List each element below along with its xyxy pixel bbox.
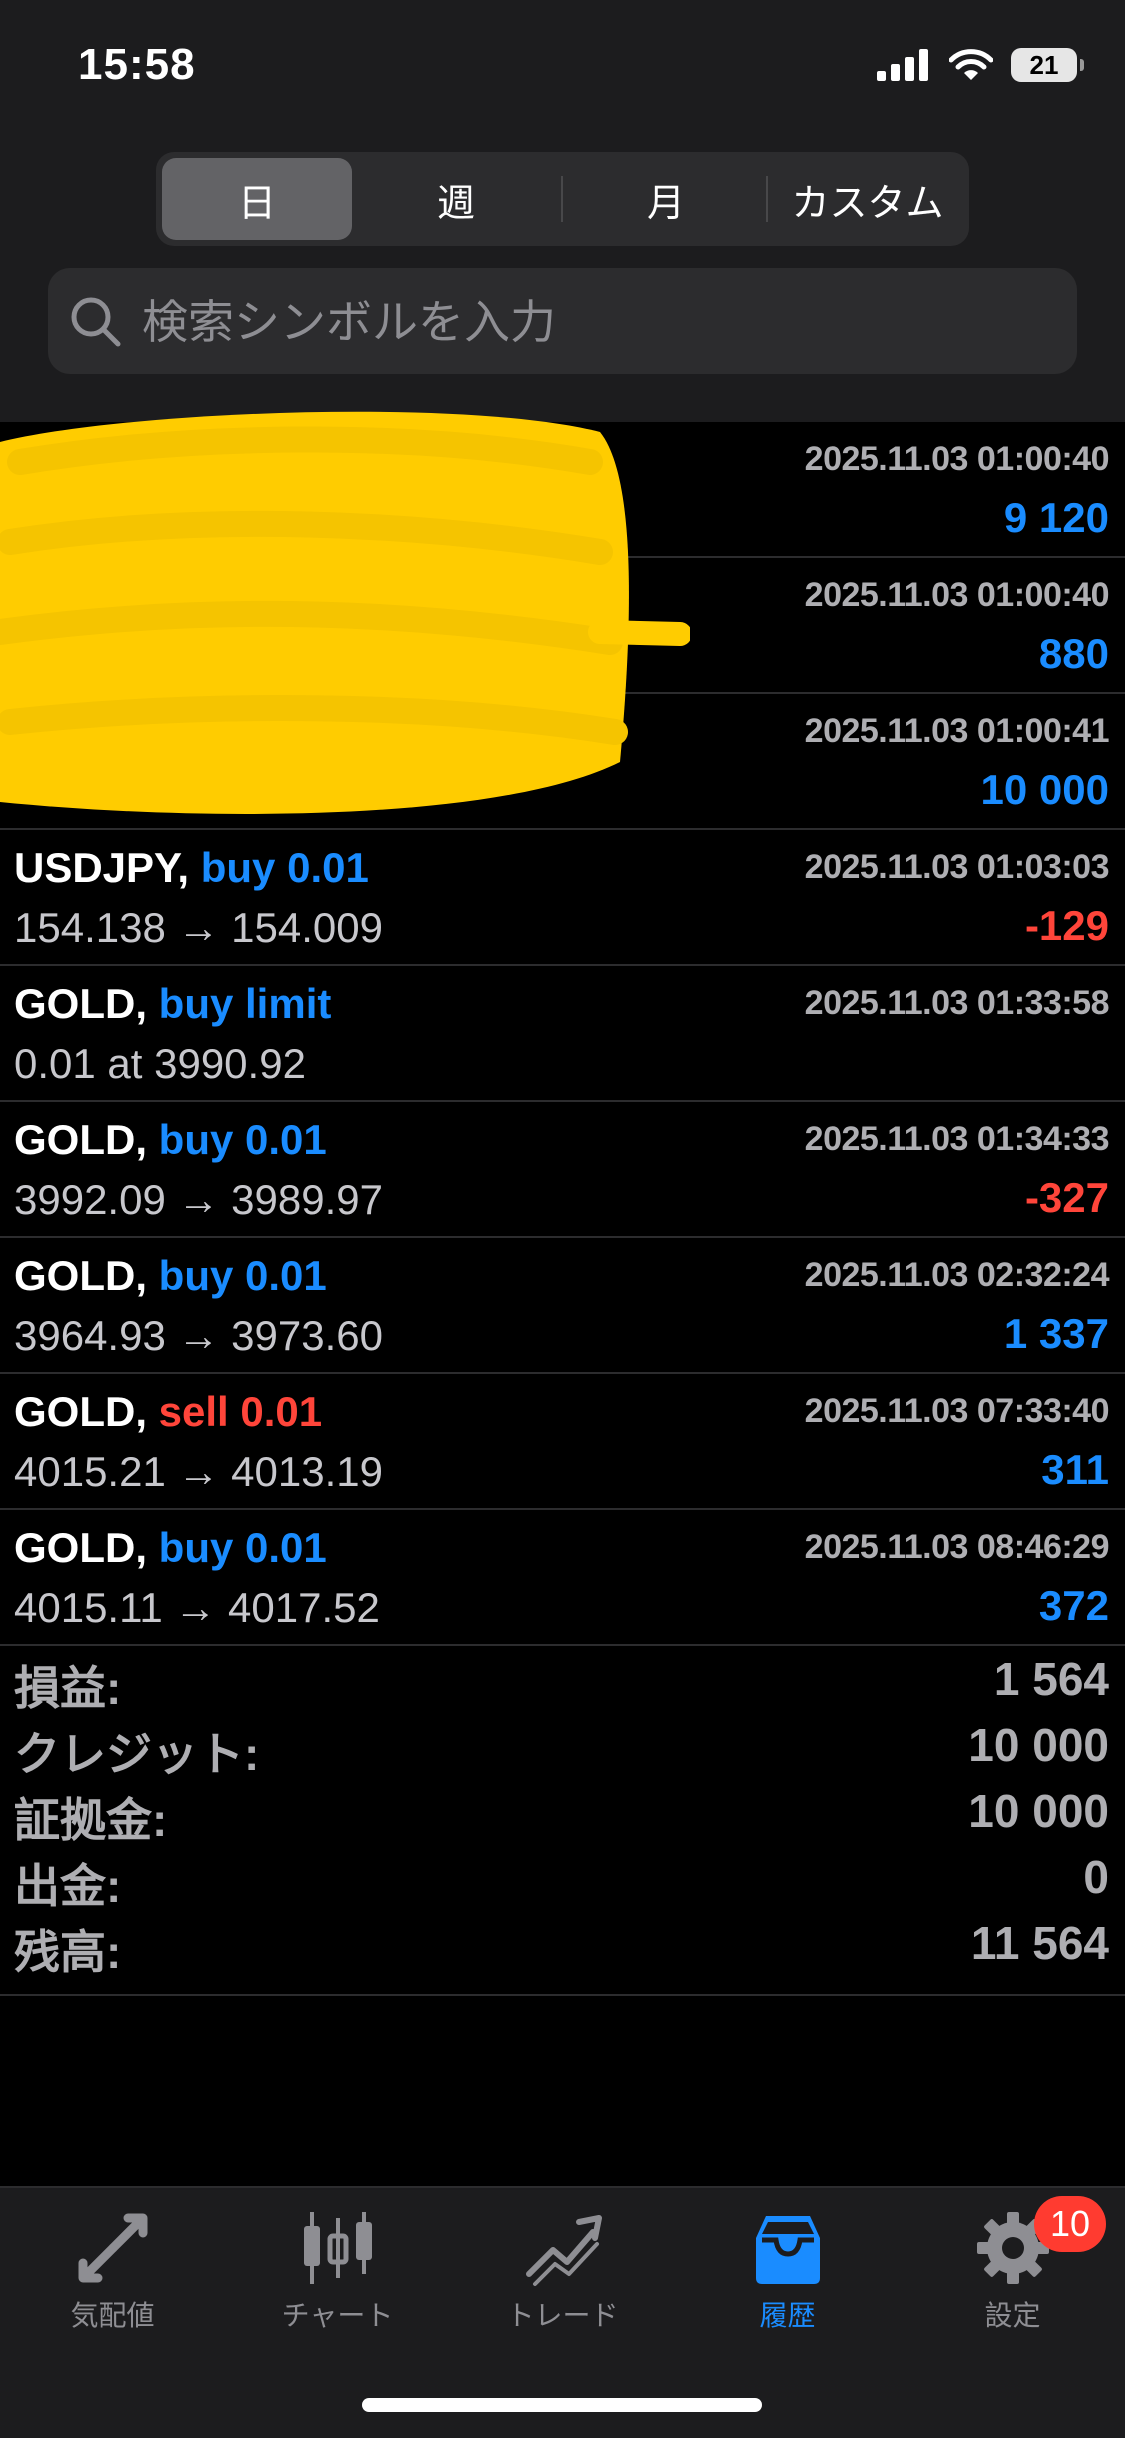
tab-history[interactable]: 履歴 xyxy=(675,2208,900,2368)
summary-value: 0 xyxy=(1083,1851,1109,1903)
settings-badge: 10 xyxy=(1034,2196,1106,2252)
quotes-icon xyxy=(78,2213,147,2283)
status-bar: 15:58 21 xyxy=(0,0,1125,140)
battery-level: 21 xyxy=(1029,49,1059,80)
account-summary: 損益: 1 564 クレジット: 10 000 証拠金: 10 000 出金: … xyxy=(0,1652,1125,1996)
summary-value: 11 564 xyxy=(970,1917,1109,1969)
tab-label: チャート xyxy=(281,2300,394,2331)
summary-value: 1 564 xyxy=(993,1653,1109,1705)
summary-value: 10 000 xyxy=(968,1785,1109,1837)
deal-date: 2025.11.03 01:00:40 xyxy=(804,576,1110,614)
deal-row[interactable]: GOLD, buy limit 2025.11.03 01:33:58 0.01… xyxy=(0,966,1125,1102)
deal-amount: 1 337 xyxy=(1003,1310,1109,1357)
deal-row[interactable]: GOLD, buy 0.01 2025.11.03 02:32:24 3964.… xyxy=(0,1238,1125,1374)
deal-symbol: GOLD, xyxy=(14,1116,147,1163)
summary-label: 出金: xyxy=(14,1860,122,1912)
deal-date: 2025.11.03 07:33:40 xyxy=(804,1392,1110,1430)
deal-amount: -129 xyxy=(1024,902,1109,949)
deal-symbol: USDJPY, xyxy=(14,844,190,891)
deal-amount: 372 xyxy=(1038,1582,1109,1629)
tab-label: トレード xyxy=(506,2300,619,2331)
search-input[interactable] xyxy=(140,268,1044,376)
deal-amount: 880 xyxy=(1038,630,1109,677)
history-icon xyxy=(755,2216,820,2284)
tab-label: 履歴 xyxy=(759,2300,816,2331)
tab-trade[interactable]: トレード xyxy=(450,2208,675,2368)
deal-row[interactable]: USDJPY, buy 0.01 2025.11.03 01:03:03 154… xyxy=(0,830,1125,966)
battery-icon: 21 xyxy=(1011,48,1084,82)
summary-row-credit: クレジット: 10 000 xyxy=(14,1718,1109,1784)
deal-row[interactable]: GOLD, sell 0.01 2025.11.03 07:33:40 4015… xyxy=(0,1374,1125,1510)
deal-detail: 4015.11 → 4017.52 xyxy=(14,1584,380,1631)
summary-label: 残高: xyxy=(14,1926,122,1978)
chart-icon xyxy=(303,2212,372,2284)
deal-detail: 4015.21 → 4013.19 xyxy=(14,1448,383,1495)
history-header: 日 週 月 カスタム xyxy=(0,140,1125,422)
summary-row-balance: 残高: 11 564 xyxy=(14,1916,1109,1982)
deal-action: buy 0.01 xyxy=(200,844,369,891)
status-time: 15:58 xyxy=(78,40,196,89)
deal-date: 2025.11.03 01:33:58 xyxy=(804,984,1110,1022)
tab-label: 気配値 xyxy=(70,2300,155,2331)
period-segmented-control: 日 週 月 カスタム xyxy=(156,152,969,246)
deal-detail: 154.138 → 154.009 xyxy=(14,904,383,951)
deal-row[interactable]: GOLD, buy 0.01 2025.11.03 08:46:29 4015.… xyxy=(0,1510,1125,1646)
deal-date: 2025.11.03 08:46:29 xyxy=(804,1528,1110,1566)
segment-divider xyxy=(766,176,768,222)
deal-symbol: GOLD, xyxy=(14,980,147,1027)
deal-detail: 0.01 at 3990.92 xyxy=(14,1040,306,1087)
deal-amount: 10 000 xyxy=(980,766,1109,813)
deal-date: 2025.11.03 02:32:24 xyxy=(804,1256,1110,1294)
deal-action: buy 0.01 xyxy=(158,1252,327,1299)
tab-chart[interactable]: チャート xyxy=(225,2208,450,2368)
segment-week[interactable]: 週 xyxy=(356,158,556,240)
deal-date: 2025.11.03 01:00:40 xyxy=(804,440,1110,478)
summary-row-profit: 損益: 1 564 xyxy=(14,1652,1109,1718)
trade-icon xyxy=(525,2215,602,2286)
deal-detail: 3992.09 → 3989.97 xyxy=(14,1176,383,1223)
tab-quotes[interactable]: 気配値 xyxy=(0,2208,225,2368)
summary-label: クレジット: xyxy=(14,1728,260,1780)
deal-amount: 9 120 xyxy=(1003,494,1109,541)
summary-label: 損益: xyxy=(14,1662,122,1714)
summary-row-deposit: 証拠金: 10 000 xyxy=(14,1784,1109,1850)
deal-date: 2025.11.03 01:00:41 xyxy=(804,712,1110,750)
search-bar[interactable] xyxy=(48,268,1077,376)
deal-symbol: GOLD, xyxy=(14,1388,147,1435)
deal-action: buy 0.01 xyxy=(158,1116,327,1163)
segment-day[interactable]: 日 xyxy=(162,158,352,240)
segment-month[interactable]: 月 xyxy=(566,158,766,240)
tab-label: 設定 xyxy=(984,2300,1041,2331)
search-icon xyxy=(71,297,121,347)
deal-detail: 3964.93 → 3973.60 xyxy=(14,1312,383,1359)
deal-symbol: GOLD, xyxy=(14,1524,147,1571)
summary-row-withdrawal: 出金: 0 xyxy=(14,1850,1109,1916)
cellular-signal-icon xyxy=(877,49,928,81)
deal-amount: 311 xyxy=(1041,1446,1109,1493)
deal-amount: -327 xyxy=(1024,1174,1109,1221)
wifi-icon xyxy=(949,49,993,80)
deal-symbol: GOLD, xyxy=(14,1252,147,1299)
segment-divider xyxy=(561,176,563,222)
status-icons: 21 xyxy=(877,48,1084,82)
deal-date: 2025.11.03 01:03:03 xyxy=(804,848,1110,886)
deal-action: buy limit xyxy=(158,980,332,1027)
segment-custom[interactable]: カスタム xyxy=(770,158,965,240)
summary-value: 10 000 xyxy=(968,1719,1109,1771)
deal-row[interactable]: GOLD, buy 0.01 2025.11.03 01:34:33 3992.… xyxy=(0,1102,1125,1238)
deal-action: sell 0.01 xyxy=(158,1388,323,1435)
deal-date: 2025.11.03 01:34:33 xyxy=(804,1120,1110,1158)
summary-label: 証拠金: xyxy=(14,1794,168,1846)
redaction-scribble xyxy=(0,411,690,814)
deal-action: buy 0.01 xyxy=(158,1524,327,1571)
home-indicator[interactable] xyxy=(362,2398,762,2412)
